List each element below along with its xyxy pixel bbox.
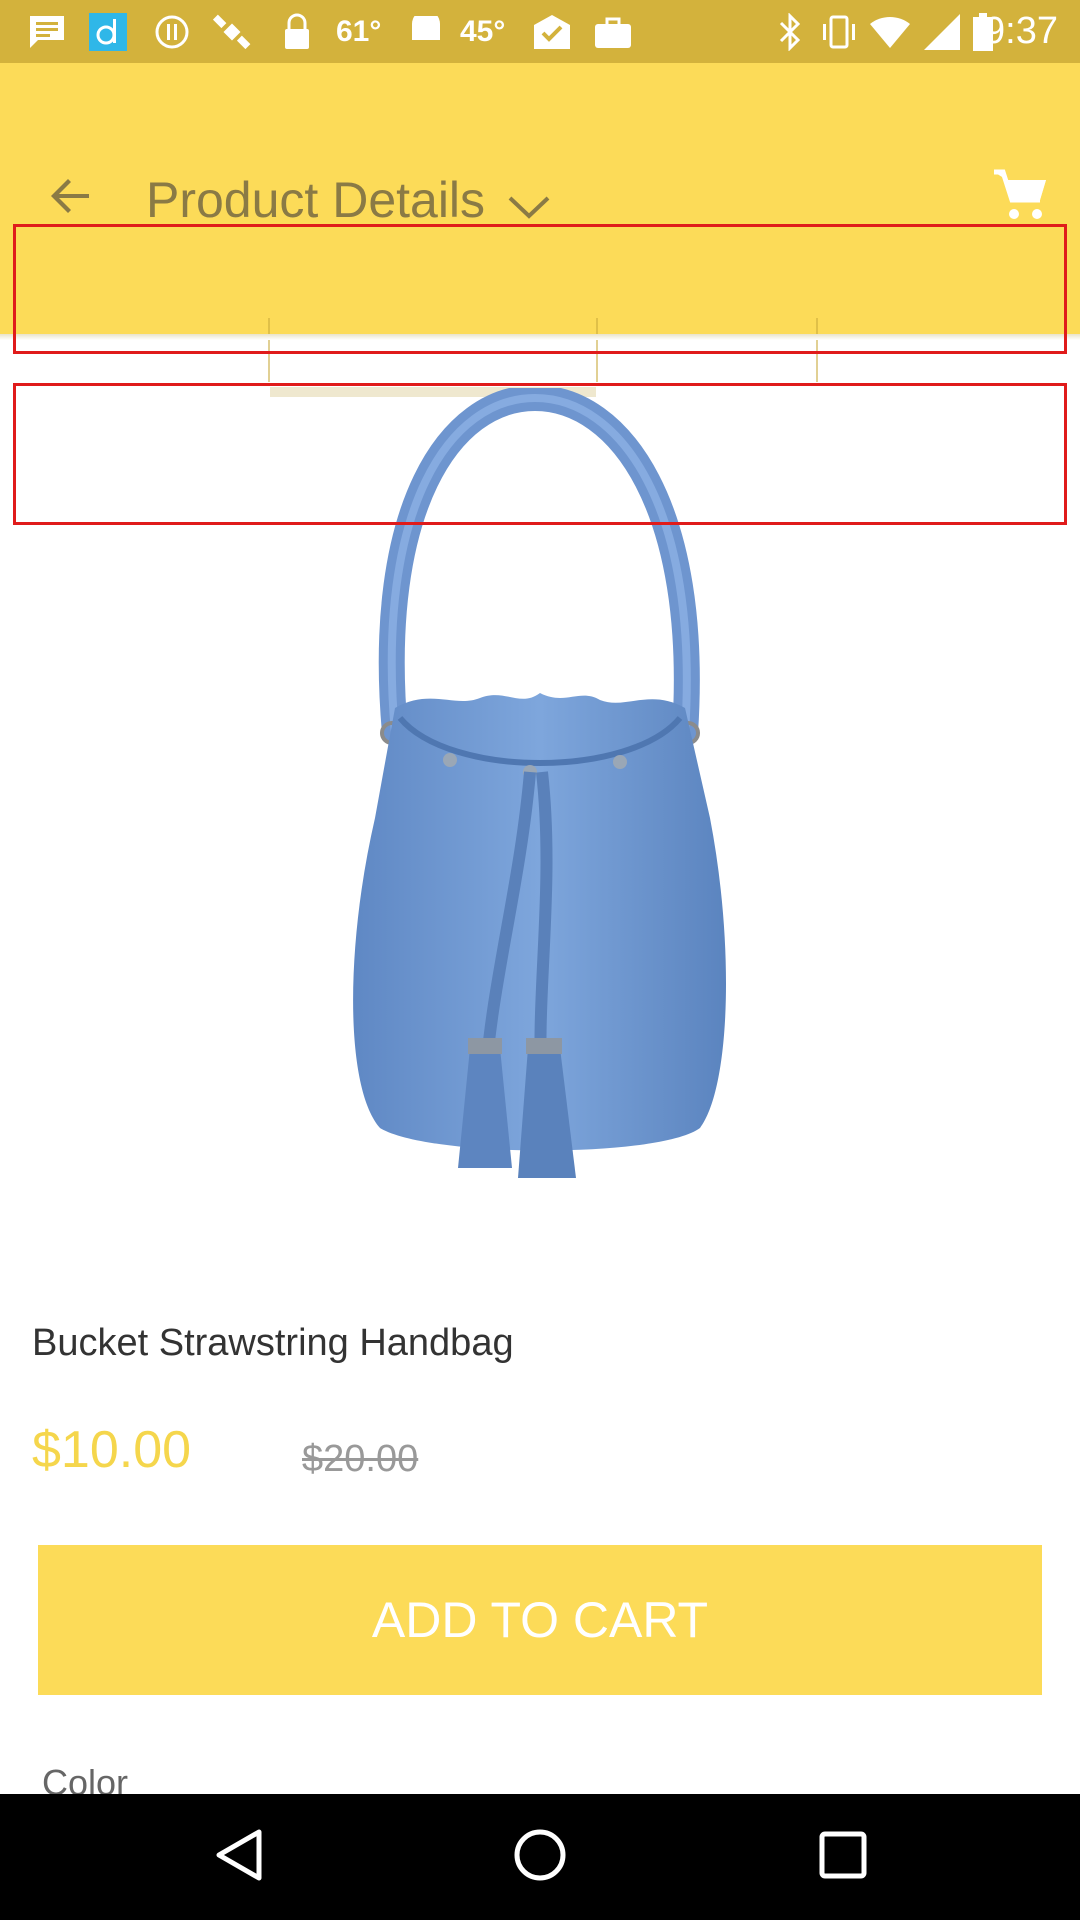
temperature-2-text: 45° [460, 15, 506, 48]
add-to-cart-button[interactable]: ADD TO CART [38, 1545, 1042, 1695]
sale-price: $10.00 [32, 1421, 192, 1479]
app-d-icon [88, 12, 128, 52]
mail-check-icon [530, 12, 574, 52]
tab-collections[interactable]: COLLECTIONS [270, 303, 596, 397]
title-dropdown[interactable]: Product Details [146, 165, 551, 235]
back-triangle-icon [213, 1828, 263, 1887]
page-title: Product Details [146, 172, 486, 228]
nav-recents-button[interactable] [810, 1824, 876, 1890]
satellite-icon [210, 12, 254, 52]
temperature-1-text: 61° [336, 15, 382, 48]
tab-bar: DISCOVER COLLECTIONS STORE CONTACT [0, 303, 1080, 397]
nav-home-button[interactable] [507, 1824, 573, 1890]
recents-square-icon [818, 1830, 868, 1885]
status-bar: 61° 45° 9:37 [0, 0, 1080, 63]
bag-icon [592, 12, 634, 52]
tab-contact[interactable]: CONTACT [818, 303, 1080, 397]
product-name: Bucket Strawstring Handbag [32, 1322, 514, 1364]
app-bar: Product Details DISCOVER COLLECTIONS STO… [0, 63, 1080, 397]
tab-discover[interactable]: DISCOVER [0, 303, 268, 397]
bluetooth-icon [774, 12, 806, 52]
cart-icon [992, 168, 1048, 227]
tab-store[interactable]: STORE [598, 303, 816, 397]
product-image [280, 384, 800, 1208]
nav-back-button[interactable] [205, 1824, 271, 1890]
system-nav-bar [0, 1794, 1080, 1920]
signal-icon [922, 12, 962, 52]
arrow-left-icon [49, 174, 93, 223]
message-icon [24, 12, 70, 52]
vibrate-icon [820, 12, 858, 52]
home-circle-icon [513, 1828, 567, 1887]
back-button[interactable] [36, 163, 106, 233]
tab-bar-shadow [0, 334, 1080, 340]
cart-button[interactable] [984, 161, 1056, 233]
alert-icon [152, 12, 192, 52]
lock-icon [280, 12, 314, 52]
weather-icon [406, 12, 446, 52]
status-time: 9:37 [984, 10, 1058, 52]
wifi-icon [868, 12, 912, 52]
original-price: $20.00 [302, 1438, 419, 1480]
chevron-down-icon [507, 195, 551, 219]
